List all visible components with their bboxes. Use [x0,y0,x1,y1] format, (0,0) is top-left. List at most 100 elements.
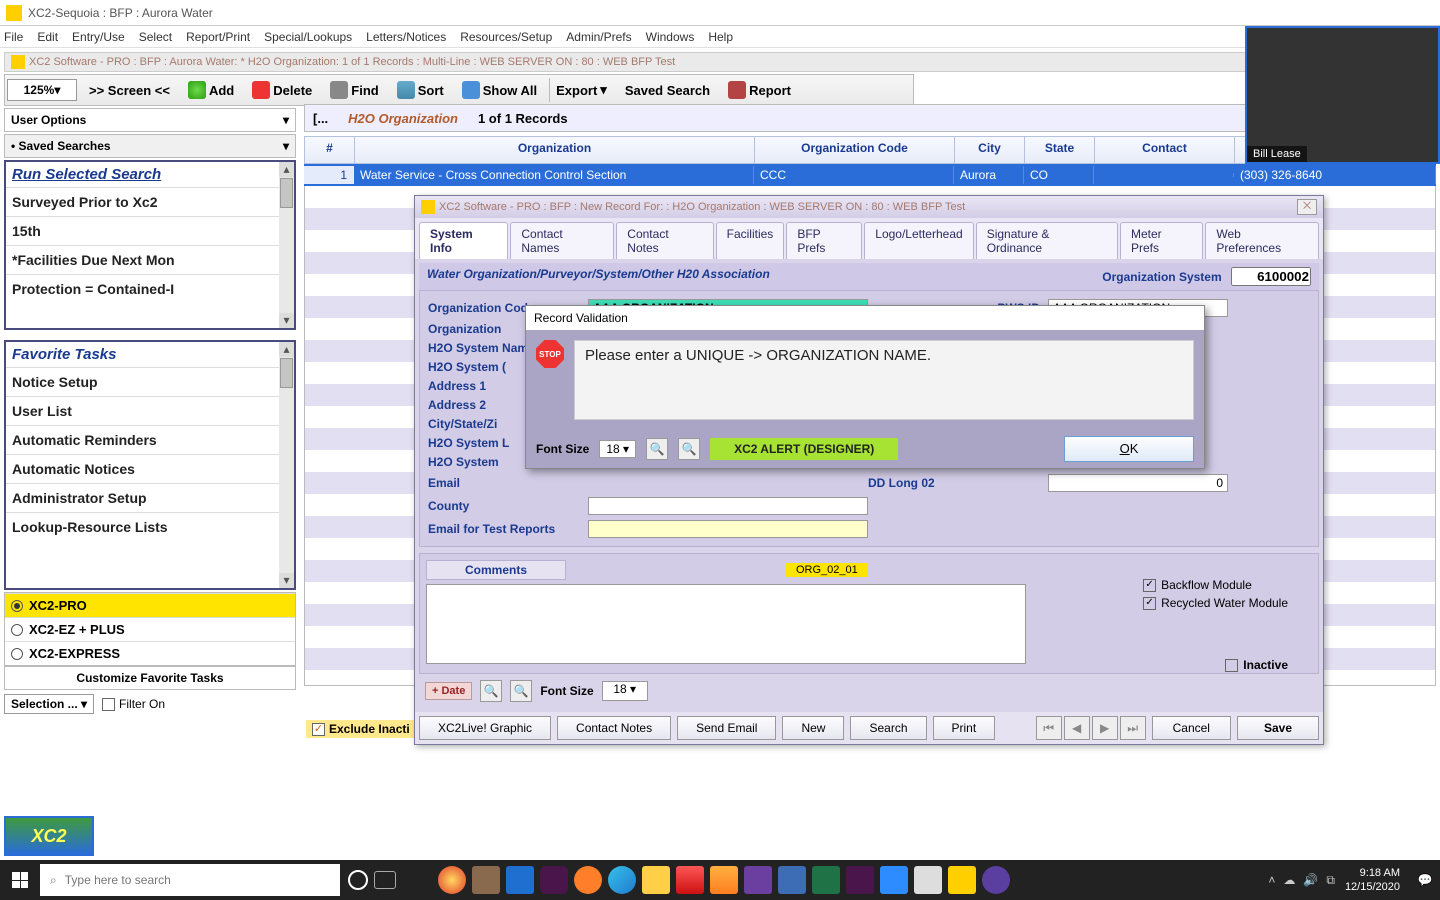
input-email-test-reports[interactable] [588,520,868,538]
taskbar-app-icon[interactable] [676,866,704,894]
zoom-in-icon[interactable]: 🔍 [480,680,502,702]
tray-chevron-up-icon[interactable]: ˄ [1268,873,1275,887]
tab-logo-letterhead[interactable]: Logo/Letterhead [864,222,973,259]
recycled-checkbox[interactable]: ✓Recycled Water Module [1143,596,1288,610]
radio-xc2-express[interactable]: XC2-EXPRESS [5,641,295,665]
tab-meter-prefs[interactable]: Meter Prefs [1120,222,1203,259]
favorite-task-item[interactable]: Lookup-Resource Lists [6,512,294,541]
col-city[interactable]: City [955,137,1025,163]
taskbar-clock[interactable]: 9:18 AM 12/15/2020 [1335,866,1410,894]
list-button[interactable]: [... [313,111,328,126]
taskbar-app-icon[interactable] [574,866,602,894]
exclude-inactive-checkbox[interactable]: ✓ Exclude Inacti [306,720,416,738]
comments-textarea[interactable] [426,584,1026,664]
tab-bfp-prefs[interactable]: BFP Prefs [786,222,862,259]
input-dd-long[interactable] [1048,474,1228,492]
taskbar-app-icon[interactable] [914,866,942,894]
scroll-up-icon[interactable]: ▴ [279,342,294,357]
col-state[interactable]: State [1025,137,1095,163]
radio-xc2-pro[interactable]: XC2-PRO [5,593,295,617]
modal-font-size-select[interactable]: 18 ▾ [599,440,636,458]
scroll-down-icon[interactable]: ▾ [279,573,294,588]
taskbar-app-icon[interactable] [642,866,670,894]
ok-button[interactable]: OK [1064,436,1194,462]
tab-facilities[interactable]: Facilities [716,222,785,259]
dialog-titlebar[interactable]: XC2 Software - PRO : BFP : New Record Fo… [415,196,1323,218]
start-button[interactable] [0,860,40,900]
col-num[interactable]: # [305,137,355,163]
favorite-task-item[interactable]: Automatic Notices [6,454,294,483]
notifications-icon[interactable]: 💬 [1410,860,1440,900]
nav-first-icon[interactable]: ⏮ [1036,716,1062,740]
customize-tasks-button[interactable]: Customize Favorite Tasks [4,666,296,690]
screen-button[interactable]: >> Screen << [83,78,176,102]
taskbar-app-icon[interactable] [744,866,772,894]
backflow-checkbox[interactable]: ✓Backflow Module [1143,578,1288,592]
print-button[interactable]: Print [933,716,996,740]
tray-cloud-icon[interactable]: ☁ [1283,873,1295,887]
menu-file[interactable]: File [4,30,23,44]
tab-contact-names[interactable]: Contact Names [510,222,614,259]
modal-title[interactable]: Record Validation [526,306,1204,330]
col-organization[interactable]: Organization [355,137,755,163]
taskbar-app-icon[interactable] [438,866,466,894]
add-button[interactable]: Add [182,78,240,102]
taskbar-search[interactable]: ⌕ Type here to search [40,864,340,896]
menu-help[interactable]: Help [708,30,733,44]
run-selected-search[interactable]: Run Selected Search [6,162,294,187]
favorite-task-item[interactable]: User List [6,396,294,425]
contact-notes-button[interactable]: Contact Notes [557,716,671,740]
taskbar-app-icon[interactable] [948,866,976,894]
menu-edit[interactable]: Edit [37,30,58,44]
table-row[interactable]: 1 Water Service - Cross Connection Contr… [304,164,1436,186]
scroll-thumb[interactable] [280,178,293,208]
font-size-select[interactable]: 18 ▾ [602,681,648,701]
tray-network-icon[interactable]: ⧉ [1326,873,1335,888]
scrollbar[interactable]: ▴▾ [279,342,294,588]
new-button[interactable]: New [782,716,844,740]
saved-searches-head[interactable]: • Saved Searches▾ [4,134,296,158]
xc2live-graphic-button[interactable]: XC2Live! Graphic [419,716,551,740]
taskbar-app-icon[interactable] [778,866,806,894]
taskbar-app-icon[interactable] [540,866,568,894]
inactive-checkbox[interactable]: Inactive [1225,658,1288,672]
tab-signature-ordinance[interactable]: Signature & Ordinance [976,222,1118,259]
taskbar-app-icon[interactable] [710,866,738,894]
menu-select[interactable]: Select [139,30,172,44]
search-button[interactable]: Search [850,716,926,740]
zoom-select[interactable]: 125% ▾ [7,79,77,101]
col-organization-code[interactable]: Organization Code [755,137,955,163]
saved-search-item[interactable]: 15th [6,216,294,245]
zoom-in-icon[interactable]: 🔍 [646,438,668,460]
selection-dropdown[interactable]: Selection ... ▾ [4,694,94,714]
taskbar-app-icon[interactable] [472,866,500,894]
filter-on-checkbox[interactable]: Filter On [102,697,165,711]
menu-windows[interactable]: Windows [646,30,695,44]
tab-system-info[interactable]: System Info [419,222,508,259]
menu-report-print[interactable]: Report/Print [186,30,250,44]
saved-search-item[interactable]: *Facilities Due Next Mon [6,245,294,274]
favorite-task-item[interactable]: Automatic Reminders [6,425,294,454]
menu-entry-use[interactable]: Entry/Use [72,30,125,44]
taskbar-app-icon[interactable] [982,866,1010,894]
favorite-task-item[interactable]: Notice Setup [6,367,294,396]
menu-letters-notices[interactable]: Letters/Notices [366,30,446,44]
input-county[interactable] [588,497,868,515]
saved-search-item[interactable]: Protection = Contained-I [6,274,294,303]
date-button[interactable]: + Date [425,682,472,700]
saved-search-item[interactable]: Surveyed Prior to Xc2 [6,187,294,216]
favorite-task-item[interactable]: Administrator Setup [6,483,294,512]
task-view-icon[interactable] [374,871,396,889]
taskbar-app-icon[interactable] [506,866,534,894]
radio-xc2-ez[interactable]: XC2-EZ + PLUS [5,617,295,641]
user-options-dropdown[interactable]: User Options▾ [4,108,296,132]
scroll-up-icon[interactable]: ▴ [279,162,294,177]
zoom-out-icon[interactable]: 🔍 [510,680,532,702]
menu-special-lookups[interactable]: Special/Lookups [264,30,352,44]
scroll-down-icon[interactable]: ▾ [279,313,294,328]
menu-resources-setup[interactable]: Resources/Setup [460,30,552,44]
tray-volume-icon[interactable]: 🔊 [1303,873,1318,887]
send-email-button[interactable]: Send Email [677,716,776,740]
nav-prev-icon[interactable]: ◀ [1064,716,1090,740]
taskbar-app-icon[interactable] [812,866,840,894]
